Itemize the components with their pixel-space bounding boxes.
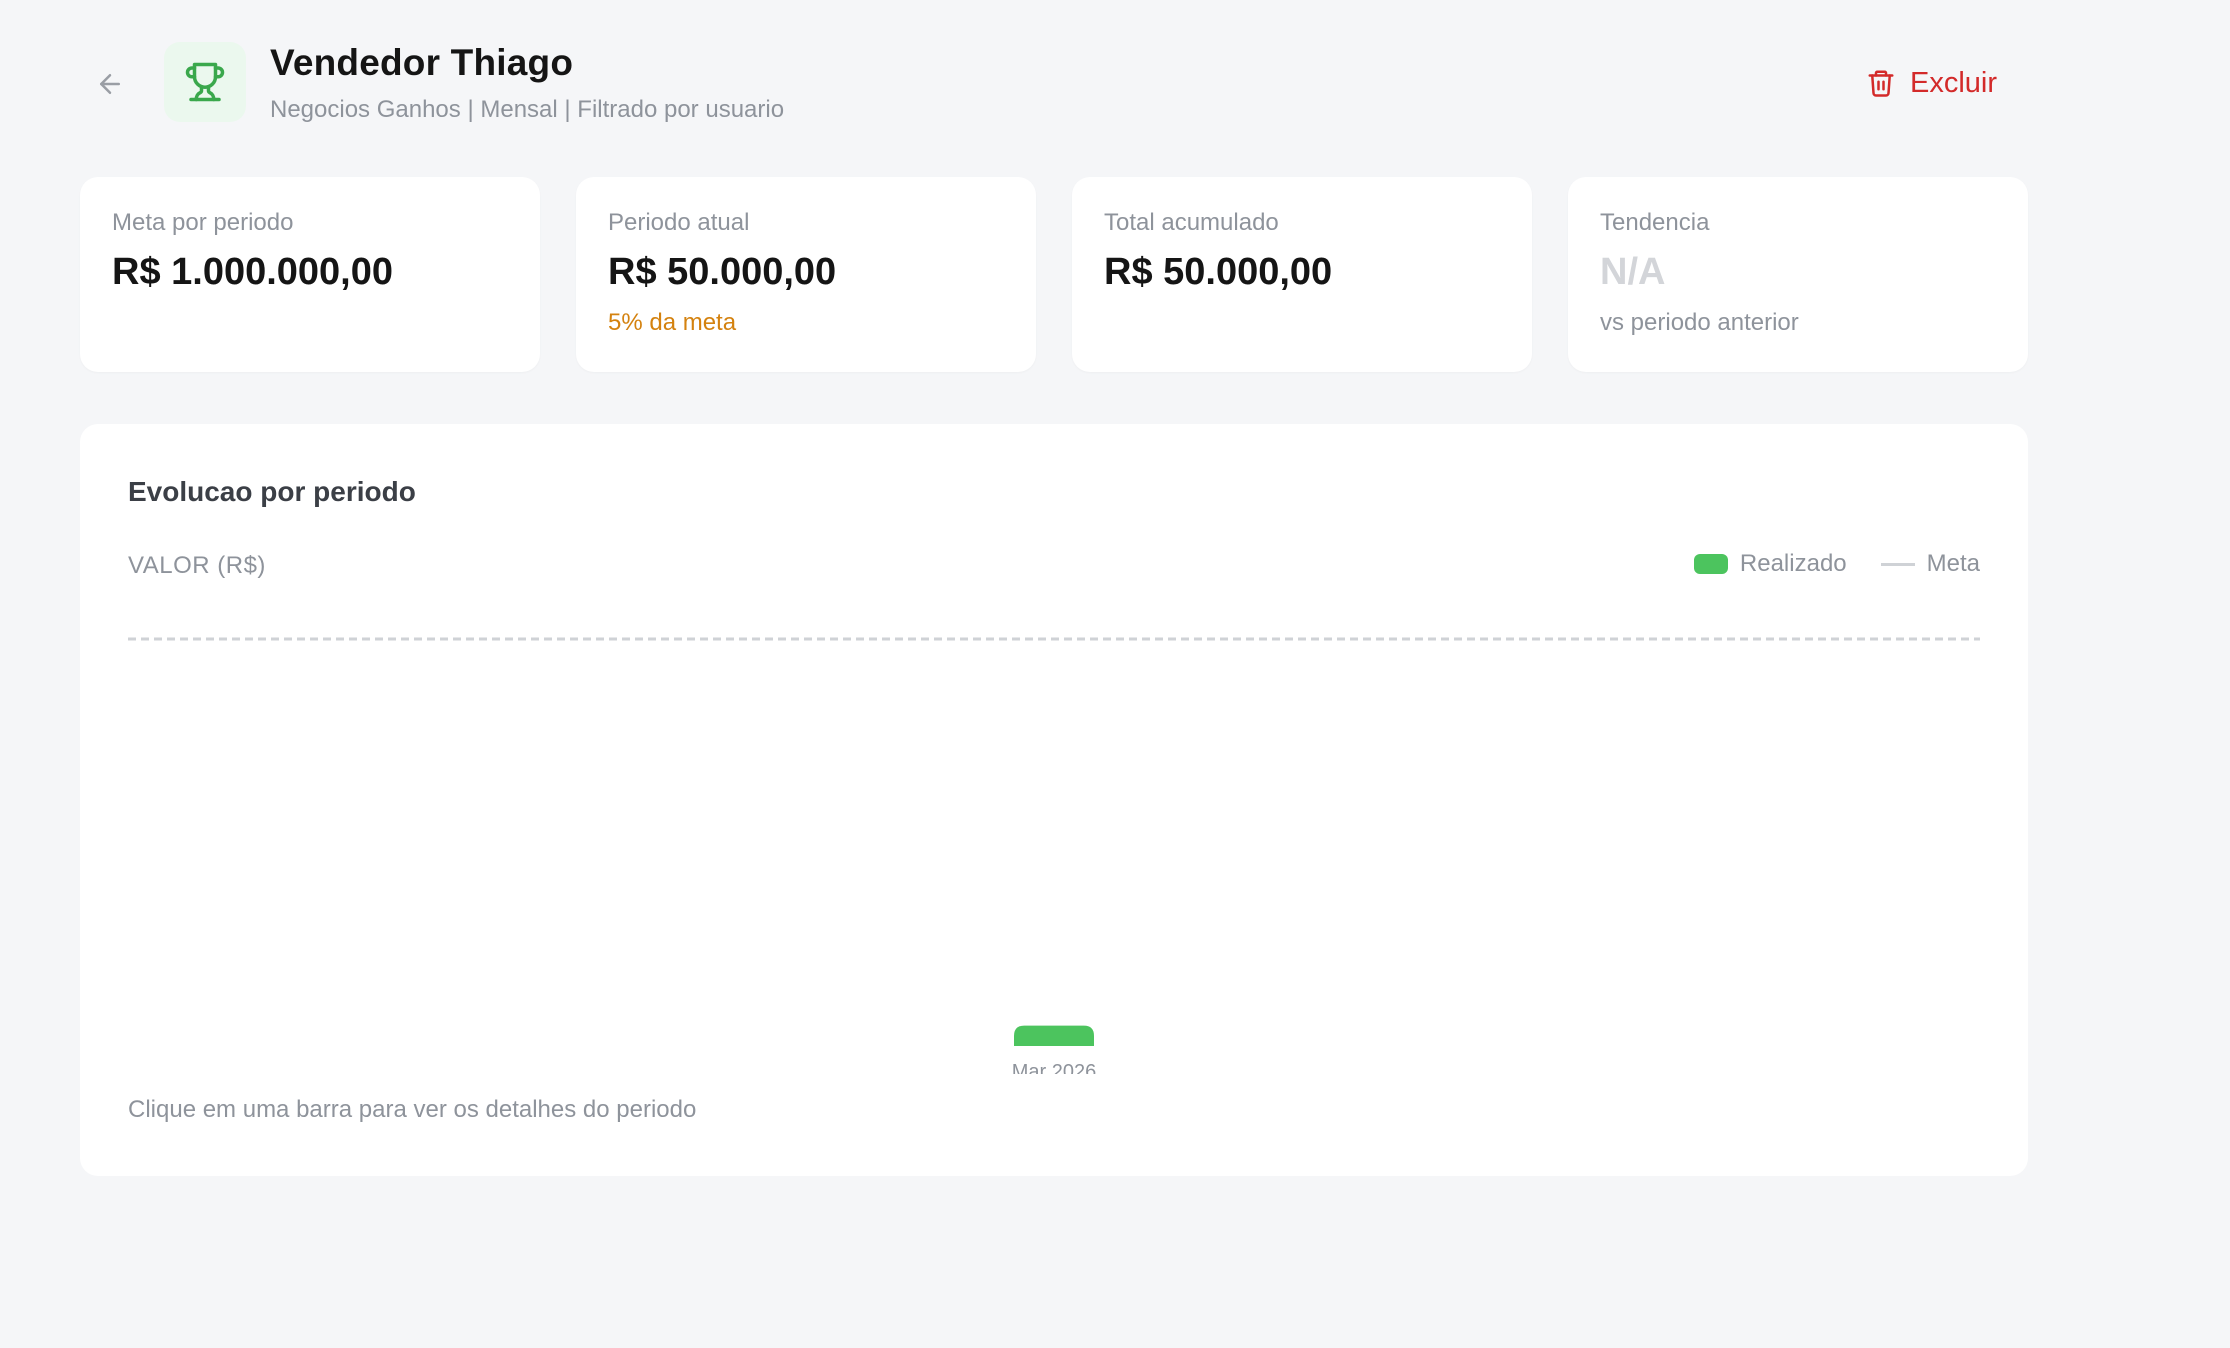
trophy-icon [185,62,225,102]
card-tendencia: Tendencia N/A vs periodo anterior [1568,177,2028,372]
bar-realizado[interactable] [1014,1025,1094,1046]
page-header: Vendedor Thiago Negocios Ganhos | Mensal… [0,0,2230,170]
trash-icon [1868,70,1894,97]
card-note: vs periodo anterior [1600,309,1799,336]
legend-swatch-meta [1880,562,1915,566]
card-value: R$ 1.000.000,00 [112,251,394,293]
back-button[interactable] [88,62,132,106]
card-meta-por-periodo: Meta por periodo R$ 1.000.000,00 [80,177,540,372]
panel-title: Evolucao por periodo [128,476,416,507]
card-periodo-atual: Periodo atual R$ 50.000,00 5% da meta [576,177,1036,372]
page-title: Vendedor Thiago [270,42,574,83]
chart-legend: Realizado Meta [1693,550,1980,578]
card-note: 5% da meta [608,309,737,336]
evolution-panel: Evolucao por periodo VALOR (R$) Realizad… [80,424,2028,1176]
page-subtitle: Negocios Ganhos | Mensal | Filtrado por … [270,96,785,123]
card-label: Tendencia [1600,209,1710,236]
card-value: R$ 50.000,00 [608,251,837,293]
chart-hint: Clique em uma barra para ver os detalhes… [128,1096,697,1123]
delete-button[interactable]: Excluir [1866,58,2016,108]
card-value: R$ 50.000,00 [1104,251,1333,293]
card-label: Total acumulado [1104,209,1279,236]
arrow-left-icon [100,74,120,94]
trophy-badge [164,42,246,122]
bar-chart: Mar 2026 [128,637,1980,1074]
card-label: Periodo atual [608,209,750,236]
delete-label: Excluir [1910,66,1998,99]
legend-swatch-realizado [1693,554,1728,574]
card-label: Meta por periodo [112,209,294,236]
legend-label-meta: Meta [1926,550,1980,577]
y-axis-label: VALOR (R$) [128,552,266,579]
x-tick-label: Mar 2026 [1012,1061,1097,1074]
card-value: N/A [1600,251,1666,293]
summary-cards: Meta por periodo R$ 1.000.000,00 Periodo… [80,177,2028,372]
card-total-acumulado: Total acumulado R$ 50.000,00 [1072,177,1532,372]
legend-label-realizado: Realizado [1739,550,1847,577]
